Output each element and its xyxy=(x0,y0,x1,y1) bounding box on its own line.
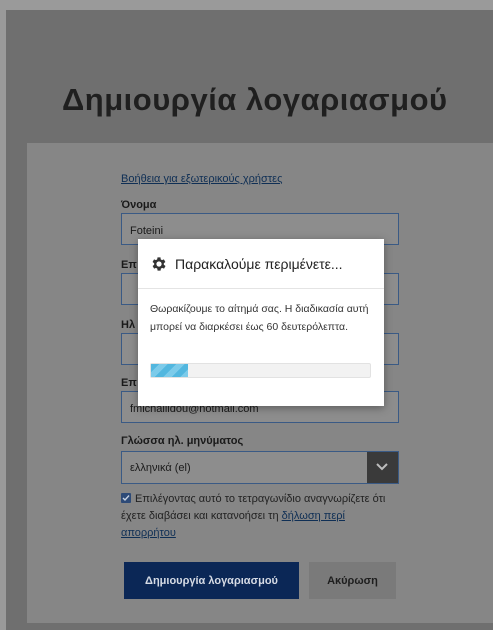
gear-icon xyxy=(152,257,166,271)
email-language-value: ελληνικά (el) xyxy=(130,462,191,474)
field-4-label: Επ xyxy=(121,377,137,389)
chevron-down-icon xyxy=(376,463,388,471)
dialog-message: Θωρακίζουμε το αίτημά σας. Η διαδικασία … xyxy=(150,303,369,333)
name-label: Όνομα xyxy=(121,199,157,211)
dialog-header: Παρακαλούμε περιμένετε... xyxy=(138,239,384,289)
consent-block: Επιλέγοντας αυτό το τετραγωνίδιο αναγνωρ… xyxy=(121,491,393,542)
email-language-select[interactable]: ελληνικά (el) xyxy=(121,451,399,484)
progress-bar-fill xyxy=(151,364,189,377)
create-account-button[interactable]: Δημιουργία λογαριασμού xyxy=(124,562,299,599)
select-dropdown-button[interactable] xyxy=(367,452,398,483)
page-title: Δημιουργία λογαριασμού xyxy=(62,82,448,117)
cancel-button[interactable]: Ακύρωση xyxy=(309,562,396,599)
please-wait-dialog: Παρακαλούμε περιμένετε... Θωρακίζουμε το… xyxy=(138,239,384,406)
dialog-title: Παρακαλούμε περιμένετε... xyxy=(175,256,343,272)
field-3-label: Ηλ xyxy=(121,319,136,331)
email-language-label: Γλώσσα ηλ. μηνύματος xyxy=(121,435,244,447)
consent-text: Επιλέγοντας αυτό το τετραγωνίδιο αναγνωρ… xyxy=(121,493,386,522)
progress-bar xyxy=(150,363,371,378)
field-2-label: Επ xyxy=(121,259,137,271)
help-external-users-link[interactable]: Βοήθεια για εξωτερικούς χρήστες xyxy=(121,173,282,185)
consent-checkbox[interactable] xyxy=(121,493,131,503)
check-icon xyxy=(122,495,130,502)
